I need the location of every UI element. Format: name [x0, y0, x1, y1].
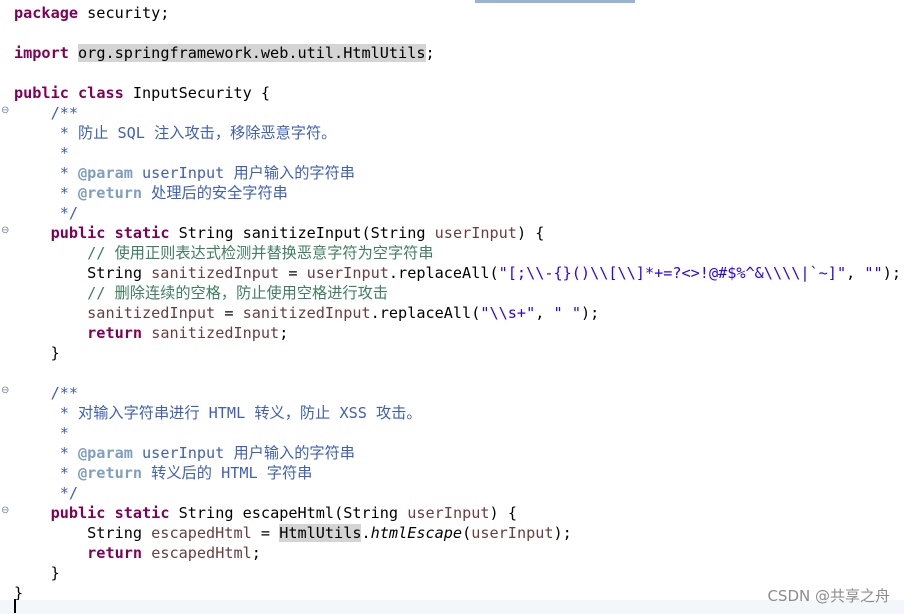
code-text: = [279, 264, 307, 282]
javadoc-line[interactable]: * @param userInput 用户输入的字符串 [14, 443, 355, 463]
keyword: static [114, 504, 170, 522]
code-text: ) { [489, 504, 517, 522]
code-line[interactable]: public class InputSecurity { [14, 83, 270, 103]
keyword: public [50, 504, 106, 522]
code-line[interactable]: public static String sanitizeInput(Strin… [14, 223, 545, 243]
parameter: userInput [306, 264, 389, 282]
javadoc-line[interactable]: */ [14, 203, 78, 223]
parameter: userInput [471, 524, 554, 542]
javadoc-text: * [14, 464, 79, 482]
keyword: public [50, 224, 106, 242]
string-literal: "" [864, 264, 883, 282]
code-text: String [14, 264, 152, 282]
comment-line[interactable]: // 删除连续的空格，防止使用空格进行攻击 [14, 283, 388, 303]
javadoc-text: 处理后的安全字符串 [142, 184, 288, 202]
code-text: . [361, 524, 371, 542]
javadoc-line[interactable]: * @return 转义后的 HTML 字符串 [14, 463, 313, 483]
javadoc-line[interactable]: * @return 处理后的安全字符串 [14, 183, 288, 203]
code-text: String [14, 524, 152, 542]
javadoc-text: 转义后的 HTML 字符串 [142, 464, 313, 482]
code-line[interactable]: import org.springframework.web.util.Html… [14, 43, 435, 63]
code-text: ; [279, 324, 289, 342]
code-text: ); [580, 304, 600, 322]
scroll-indicator [475, 0, 635, 3]
local-variable: escapedHtml [151, 524, 252, 542]
code-text: String escapeHtml(String [169, 504, 408, 522]
local-variable: sanitizedInput [151, 264, 280, 282]
javadoc-tag: @param [78, 164, 133, 182]
keyword: return [87, 324, 143, 342]
javadoc-line[interactable]: * @param userInput 用户输入的字符串 [14, 163, 355, 183]
javadoc-tag: @return [78, 184, 143, 202]
keyword: public [14, 84, 69, 102]
parameter: userInput [434, 224, 517, 242]
javadoc-line[interactable]: * [14, 423, 69, 443]
code-text: ); [882, 264, 901, 282]
code-text: ; [425, 44, 435, 62]
code-line[interactable]: return sanitizedInput; [14, 323, 288, 343]
editor-gutter [0, 0, 13, 614]
code-text: .replaceAll( [370, 304, 481, 322]
keyword: static [114, 224, 170, 242]
fold-toggle-icon[interactable]: ⊖ [1, 506, 10, 516]
keyword: class [78, 84, 124, 102]
local-variable: sanitizedInput [151, 324, 280, 342]
code-line[interactable]: String escapedHtml = HtmlUtils.htmlEscap… [14, 523, 572, 543]
keyword: import [14, 44, 69, 62]
code-line[interactable]: } [14, 343, 60, 363]
text-caret [14, 599, 16, 613]
code-text: = [215, 304, 243, 322]
code-text: , [846, 264, 865, 282]
code-line[interactable]: sanitizedInput = sanitizedInput.replaceA… [14, 303, 599, 323]
string-literal: "\\s+" [480, 304, 536, 322]
keyword: package [14, 4, 79, 22]
watermark: CSDN @共享之舟 [767, 587, 890, 605]
local-variable: escapedHtml [151, 544, 252, 562]
javadoc-text: userInput 用户输入的字符串 [132, 444, 355, 462]
javadoc-text: * [14, 164, 79, 182]
code-text: security; [78, 4, 170, 22]
class-reference: HtmlUtils [279, 524, 362, 542]
javadoc-line[interactable]: /** [14, 103, 78, 123]
code-text: .replaceAll( [388, 264, 499, 282]
local-variable: sanitizedInput [242, 304, 371, 322]
code-text: , [535, 304, 554, 322]
code-line[interactable]: String sanitizedInput = userInput.replac… [14, 263, 901, 283]
string-literal: "[;\\-{}()\\[\\]*+=?<>!@#$%^&\\\\|`~]" [498, 264, 847, 282]
code-text: ; [251, 544, 261, 562]
javadoc-text: userInput 用户输入的字符串 [132, 164, 355, 182]
javadoc-line[interactable]: * 防止 SQL 注入攻击，移除恶意字符。 [14, 123, 337, 143]
code-text: ) { [516, 224, 545, 242]
javadoc-line[interactable]: * [14, 143, 69, 163]
javadoc-tag: @param [78, 444, 133, 462]
parameter: userInput [407, 504, 490, 522]
javadoc-line[interactable]: /** [14, 383, 78, 403]
static-method: htmlEscape [370, 524, 463, 542]
code-editor[interactable]: ⊖ ⊖ ⊖ ⊖ package security; import org.spr… [0, 0, 904, 614]
code-line[interactable]: package security; [14, 3, 169, 23]
code-text: = [251, 524, 280, 542]
string-literal: " " [553, 304, 581, 322]
javadoc-tag: @return [78, 464, 143, 482]
fold-toggle-icon[interactable]: ⊖ [1, 106, 10, 116]
javadoc-text: * [14, 184, 79, 202]
comment-line[interactable]: // 使用正则表达式检测并替换恶意字符为空字符串 [14, 243, 433, 263]
javadoc-line[interactable]: * 对输入字符串进行 HTML 转义，防止 XSS 攻击。 [14, 403, 422, 423]
javadoc-text: * [14, 444, 79, 462]
code-line[interactable]: return escapedHtml; [14, 543, 261, 563]
import-package: org.springframework.web.util.HtmlUtils [78, 44, 426, 62]
fold-toggle-icon[interactable]: ⊖ [1, 386, 10, 396]
code-text: InputSecurity { [123, 84, 271, 102]
code-text: ( [462, 524, 472, 542]
local-variable: sanitizedInput [87, 304, 216, 322]
code-text: ); [553, 524, 572, 542]
keyword: return [87, 544, 143, 562]
code-line[interactable]: } [14, 563, 60, 583]
code-text: String sanitizeInput(String [169, 224, 435, 242]
code-line[interactable]: public static String escapeHtml(String u… [14, 503, 517, 523]
fold-toggle-icon[interactable]: ⊖ [1, 226, 10, 236]
javadoc-line[interactable]: */ [14, 483, 78, 503]
